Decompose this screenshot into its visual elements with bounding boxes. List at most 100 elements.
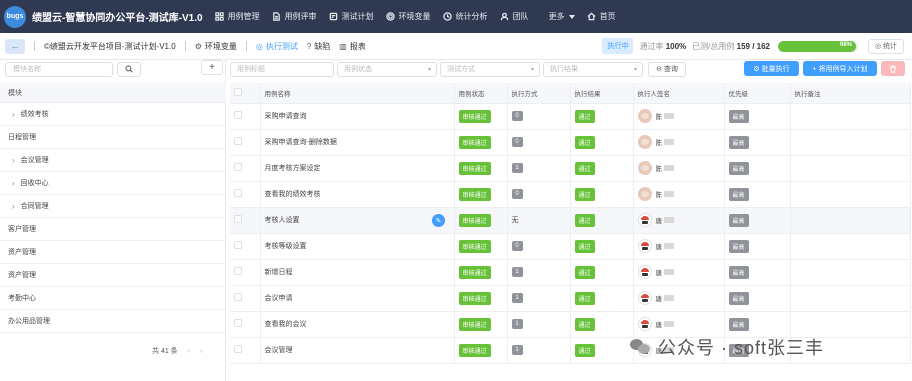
chevron-right-icon[interactable]: › (12, 202, 15, 211)
case-name[interactable]: 考核等级设置 (265, 243, 307, 250)
nav-case-review[interactable]: 用例评审 (272, 11, 317, 22)
tree-item[interactable]: 考勤中心 (0, 287, 226, 310)
result-cell[interactable]: 通过 (570, 181, 634, 208)
case-name-cell[interactable]: 考核等级设置 (260, 233, 455, 260)
tab-defects[interactable]: ? 缺陷 (307, 41, 330, 52)
checkbox[interactable] (234, 293, 242, 301)
result-cell[interactable]: 通过 (570, 337, 634, 364)
tree-item[interactable]: › 回收中心 (0, 172, 226, 195)
edit-icon[interactable]: ✎ (432, 214, 445, 227)
table-row[interactable]: 采购申请查询-删除数据 审核通过 0 通过 陈 最高 (230, 129, 911, 156)
table-row[interactable]: 新增日程 审核通过 1 通过 唐 最高 (230, 259, 911, 286)
tab-execute-test[interactable]: ◎ 执行测试 (256, 41, 298, 52)
nav-team[interactable]: 团队 (500, 11, 529, 22)
checkbox-cell[interactable] (230, 129, 261, 156)
note-cell[interactable] (790, 233, 911, 260)
result-badge[interactable]: 通过 (574, 161, 595, 175)
tree-item[interactable]: › 合同管理 (0, 195, 226, 218)
stats-button[interactable]: ◎ 统计 (868, 38, 904, 54)
case-name-cell[interactable]: 月度考核方案设定 (260, 155, 455, 182)
result-badge[interactable]: 通过 (574, 109, 595, 123)
checkbox-cell[interactable] (230, 311, 261, 338)
note-cell[interactable] (790, 259, 911, 286)
test-method-select[interactable]: 测试方式 ▾ (440, 61, 540, 77)
checkbox-cell[interactable] (230, 155, 261, 182)
checkbox[interactable] (234, 163, 242, 171)
case-name[interactable]: 会议申请 (265, 295, 293, 302)
result-cell[interactable]: 通过 (570, 285, 634, 312)
table-row[interactable]: 查看我的绩效考核 审核通过 0 通过 陈 最高 (230, 181, 911, 208)
tree-item[interactable]: 资产管理 (0, 264, 226, 287)
case-name[interactable]: 查看我的绩效考核 (265, 191, 321, 198)
case-name[interactable]: 采购申请查询-删除数据 (265, 139, 337, 146)
nav-home[interactable]: 首页 (587, 11, 616, 22)
result-badge[interactable]: 通过 (574, 187, 595, 201)
checkbox[interactable] (234, 87, 242, 96)
nav-env-variables[interactable]: 环境变量 (385, 11, 431, 22)
back-button[interactable]: ← (5, 38, 25, 54)
result-badge[interactable]: 通过 (574, 291, 595, 305)
case-name-cell[interactable]: 考核人设置 (260, 207, 455, 234)
result-badge[interactable]: 通过 (574, 213, 595, 227)
nav-case-management[interactable]: 用例管理 (214, 11, 260, 22)
case-name[interactable]: 考核人设置 (265, 217, 300, 224)
checkbox-cell[interactable] (230, 233, 261, 260)
case-name-cell[interactable]: 新增日程 (260, 259, 455, 286)
checkbox[interactable] (234, 189, 242, 197)
result-cell[interactable]: 通过 (570, 207, 634, 234)
tab-report[interactable]: ▥ 报表 (339, 41, 366, 52)
tree-item[interactable]: › 会议管理 (0, 149, 226, 172)
note-cell[interactable] (790, 285, 911, 312)
import-cases-button[interactable]: + 将用例导入计划 (803, 61, 877, 76)
table-row[interactable]: 考核等级设置 审核通过 0 通过 唐 最高 (230, 233, 911, 260)
result-cell[interactable]: 通过 (570, 311, 634, 338)
case-name-cell[interactable]: 查看我的会议 (260, 311, 455, 338)
chevron-right-icon[interactable]: › (12, 156, 15, 165)
table-row[interactable]: 考核人设置 审核通过 无 通过 唐 最高 (230, 207, 911, 234)
case-name[interactable]: 采购申请查询 (265, 113, 307, 120)
note-cell[interactable] (790, 181, 911, 208)
note-cell[interactable] (790, 129, 911, 156)
case-name[interactable]: 月度考核方案设定 (265, 165, 321, 172)
case-name-cell[interactable]: 会议申请 (260, 285, 455, 312)
case-status-select[interactable]: 用例状态 ▾ (337, 61, 437, 77)
case-name-cell[interactable]: 采购申请查询 (260, 103, 455, 130)
checkbox[interactable] (234, 267, 242, 275)
nav-statistics[interactable]: 统计分析 (442, 11, 488, 22)
case-name[interactable]: 新增日程 (265, 269, 293, 276)
table-row[interactable]: 会议申请 审核通过 1 通过 唐 最高 (230, 285, 911, 312)
checkbox[interactable] (234, 111, 242, 119)
result-badge[interactable]: 通过 (574, 343, 595, 357)
tree-item[interactable]: 办公用品管理 (0, 310, 226, 333)
add-module-button[interactable]: + (201, 60, 223, 75)
prev-page-button[interactable]: ‹ (188, 348, 190, 355)
app-logo[interactable]: bugs (4, 5, 26, 28)
table-row[interactable]: 月度考核方案设定 审核通过 1 通过 陈 最高 (230, 155, 911, 182)
crumb-plan[interactable]: ©绩盟云开发平台项目-测试计划-V1.0 (44, 41, 176, 52)
result-cell[interactable]: 通过 (570, 155, 634, 182)
module-search-input[interactable]: 模块名称 (5, 61, 113, 77)
select-all-checkbox-cell[interactable] (230, 83, 261, 104)
result-badge[interactable]: 通过 (574, 239, 595, 253)
delete-button[interactable] (881, 61, 905, 76)
table-row[interactable]: 采购申请查询 审核通过 0 通过 陈 最高 (230, 103, 911, 130)
tab-env-variables[interactable]: ⚙ 环境变量 (195, 41, 237, 52)
tree-item[interactable]: 日程管理 (0, 126, 226, 149)
case-name[interactable]: 查看我的会议 (265, 321, 307, 328)
case-title-input[interactable]: 用例标题 (230, 61, 334, 77)
result-badge[interactable]: 通过 (574, 265, 595, 279)
nav-test-plan[interactable]: 测试计划 (329, 11, 374, 22)
result-cell[interactable]: 通过 (570, 259, 634, 286)
tree-item[interactable]: 客户管理 (0, 218, 226, 241)
result-cell[interactable]: 通过 (570, 129, 634, 156)
checkbox-cell[interactable] (230, 285, 261, 312)
tree-item[interactable]: › 绩效考核 (0, 103, 226, 126)
checkbox[interactable] (234, 241, 242, 249)
checkbox-cell[interactable] (230, 103, 261, 130)
query-button[interactable]: ⊖ 查询 (648, 61, 686, 77)
note-cell[interactable] (790, 207, 911, 234)
checkbox[interactable] (234, 215, 242, 223)
search-button[interactable] (117, 61, 141, 77)
chevron-right-icon[interactable]: › (12, 179, 15, 188)
tree-item[interactable]: 资产管理 (0, 241, 226, 264)
